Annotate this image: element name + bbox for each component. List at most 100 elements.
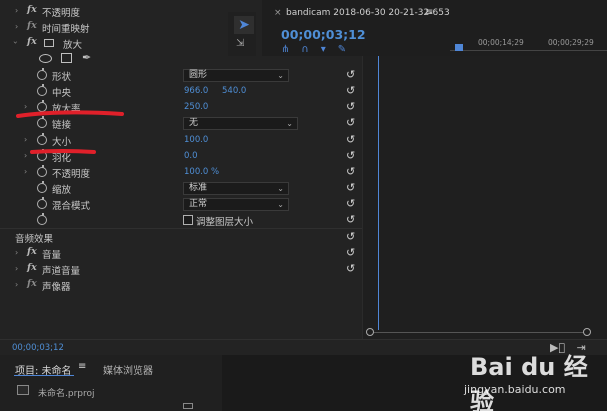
link-dropdown[interactable]: 无 ⌄ — [183, 117, 298, 130]
scrollbar-track[interactable] — [372, 332, 585, 333]
effect-row-volume[interactable]: › fx 音量 ↺ — [0, 245, 362, 261]
stopwatch-icon[interactable] — [37, 133, 47, 145]
panel-menu-icon[interactable]: ≡ — [78, 361, 86, 372]
rect-mask-icon[interactable] — [61, 53, 72, 63]
reset-icon[interactable]: ↺ — [346, 263, 358, 275]
param-label-link: 链接 — [52, 120, 72, 131]
param-row-scaling: 缩放 标准 ⌄ ↺ — [0, 180, 362, 196]
expand-arrow-icon[interactable]: › — [15, 6, 18, 15]
fx-icon: fx — [27, 20, 37, 31]
reset-icon[interactable]: ↺ — [346, 101, 358, 113]
reset-icon[interactable]: ↺ — [346, 214, 358, 226]
panel-menu-icon[interactable]: ≡ — [425, 7, 433, 18]
shape-dropdown[interactable]: 圆形 ⌄ — [183, 69, 289, 82]
pen-mask-icon[interactable]: ✒ — [82, 51, 91, 64]
effect-label-channel-volume: 声道音量 — [42, 266, 81, 277]
stopwatch-icon[interactable] — [37, 84, 47, 96]
reset-icon[interactable]: ↺ — [346, 231, 358, 243]
time-ruler[interactable] — [450, 50, 607, 51]
scaling-dropdown[interactable]: 标准 ⌄ — [183, 182, 289, 195]
ruler-timecode: 00;00;29;29 — [548, 38, 594, 47]
reset-icon[interactable]: ↺ — [346, 150, 358, 162]
stopwatch-icon[interactable] — [37, 165, 47, 177]
param-row-center: 中央 966.0 540.0 ↺ — [0, 83, 362, 99]
marker-icon[interactable]: ▾ — [321, 44, 338, 55]
opacity-value[interactable]: 100.0 % — [184, 167, 219, 177]
chevron-down-icon: ⌄ — [286, 119, 293, 128]
section-audio-effects: 音频效果 ↺ — [0, 229, 362, 246]
center-x-value[interactable]: 966.0 — [184, 86, 208, 96]
resize-layer-label: 调整图层大小 — [196, 217, 254, 228]
param-row-size: › 大小 100.0 ↺ — [0, 132, 362, 148]
center-y-value[interactable]: 540.0 — [222, 86, 246, 96]
timeline-zoom-scrollbar[interactable] — [366, 328, 591, 337]
stopwatch-icon[interactable] — [37, 68, 47, 80]
playhead-icon[interactable] — [455, 44, 463, 51]
param-label-size: 大小 — [52, 137, 72, 148]
effect-row-panner[interactable]: › fx 声像器 — [0, 277, 362, 293]
stopwatch-icon[interactable] — [37, 149, 47, 161]
project-file-name[interactable]: 未命名.prproj — [38, 386, 95, 399]
stopwatch-icon[interactable] — [37, 116, 47, 128]
track-select-tool-icon[interactable]: ⇲ — [236, 38, 244, 49]
snap-icon[interactable]: ⋔ — [281, 44, 301, 55]
param-label-scaling: 缩放 — [52, 185, 72, 196]
stopwatch-icon[interactable] — [37, 181, 47, 193]
effect-row-channel-volume[interactable]: › fx 声道音量 ↺ — [0, 261, 362, 277]
fx-icon[interactable]: fx — [27, 262, 37, 273]
reset-icon[interactable]: ↺ — [346, 69, 358, 81]
blend-mode-dropdown[interactable]: 正常 ⌄ — [183, 198, 289, 211]
reset-icon[interactable]: ↺ — [346, 166, 358, 178]
collapse-arrow-icon[interactable]: › — [11, 41, 20, 44]
param-row-shape: 形状 圆形 ⌄ ↺ — [0, 67, 362, 83]
resize-layer-checkbox[interactable] — [183, 215, 193, 225]
sequence-timecode[interactable]: 00;00;03;12 — [281, 27, 366, 42]
scrollbar-handle-left[interactable] — [366, 328, 374, 336]
fx-icon[interactable]: fx — [27, 246, 37, 257]
timeline-tools: ⋔∩▾✎ — [281, 44, 358, 55]
blend-mode-dropdown-value: 正常 — [189, 199, 208, 209]
folder-icon[interactable] — [183, 403, 193, 409]
fx-icon[interactable]: fx — [27, 4, 37, 15]
feather-value[interactable]: 0.0 — [184, 151, 198, 161]
expand-arrow-icon[interactable]: › — [24, 151, 27, 160]
stopwatch-icon[interactable] — [37, 213, 47, 225]
reset-icon[interactable]: ↺ — [346, 134, 358, 146]
expand-arrow-icon[interactable]: › — [24, 102, 27, 111]
param-label-blend-mode: 混合模式 — [52, 201, 91, 212]
effect-label-panner: 声像器 — [42, 282, 71, 293]
reset-icon[interactable]: ↺ — [346, 182, 358, 194]
baidu-watermark: Bai du 经验 jingyan.baidu.com — [462, 345, 602, 411]
expand-arrow-icon[interactable]: › — [15, 22, 18, 31]
watermark-brand: Bai du 经验 — [470, 353, 588, 411]
param-label-center: 中央 — [52, 88, 72, 99]
reset-icon[interactable]: ↺ — [346, 85, 358, 97]
expand-arrow-icon[interactable]: › — [24, 135, 27, 144]
ellipse-mask-icon[interactable] — [39, 54, 52, 63]
param-label-opacity: 不透明度 — [52, 169, 91, 180]
close-icon[interactable]: × — [274, 8, 282, 18]
expand-arrow-icon[interactable]: › — [15, 280, 18, 289]
current-time-display[interactable]: 00;00;03;12 — [12, 343, 64, 353]
tab-media-browser[interactable]: 媒体浏览器 — [103, 362, 153, 377]
active-tab-indicator — [14, 375, 74, 376]
expand-arrow-icon[interactable]: › — [15, 264, 18, 273]
scaling-dropdown-value: 标准 — [189, 183, 208, 193]
wrench-icon[interactable]: ✎ — [338, 44, 358, 55]
magnification-value[interactable]: 250.0 — [184, 102, 208, 112]
scrollbar-handle-right[interactable] — [583, 328, 591, 336]
stopwatch-icon[interactable] — [37, 100, 47, 112]
expand-arrow-icon[interactable]: › — [24, 167, 27, 176]
reset-icon[interactable]: ↺ — [346, 247, 358, 259]
chevron-down-icon: ⌄ — [277, 71, 284, 80]
reset-icon[interactable]: ↺ — [346, 198, 358, 210]
param-label-magnification: 放大率 — [52, 104, 81, 115]
linked-selection-icon[interactable]: ∩ — [301, 44, 320, 55]
selection-tool-icon[interactable]: ➤ — [234, 16, 254, 34]
stopwatch-icon[interactable] — [37, 197, 47, 209]
size-value[interactable]: 100.0 — [184, 135, 208, 145]
expand-arrow-icon[interactable]: › — [15, 248, 18, 257]
fx-icon[interactable]: fx — [27, 36, 37, 47]
reset-icon[interactable]: ↺ — [346, 117, 358, 129]
project-file-icon — [17, 385, 29, 395]
